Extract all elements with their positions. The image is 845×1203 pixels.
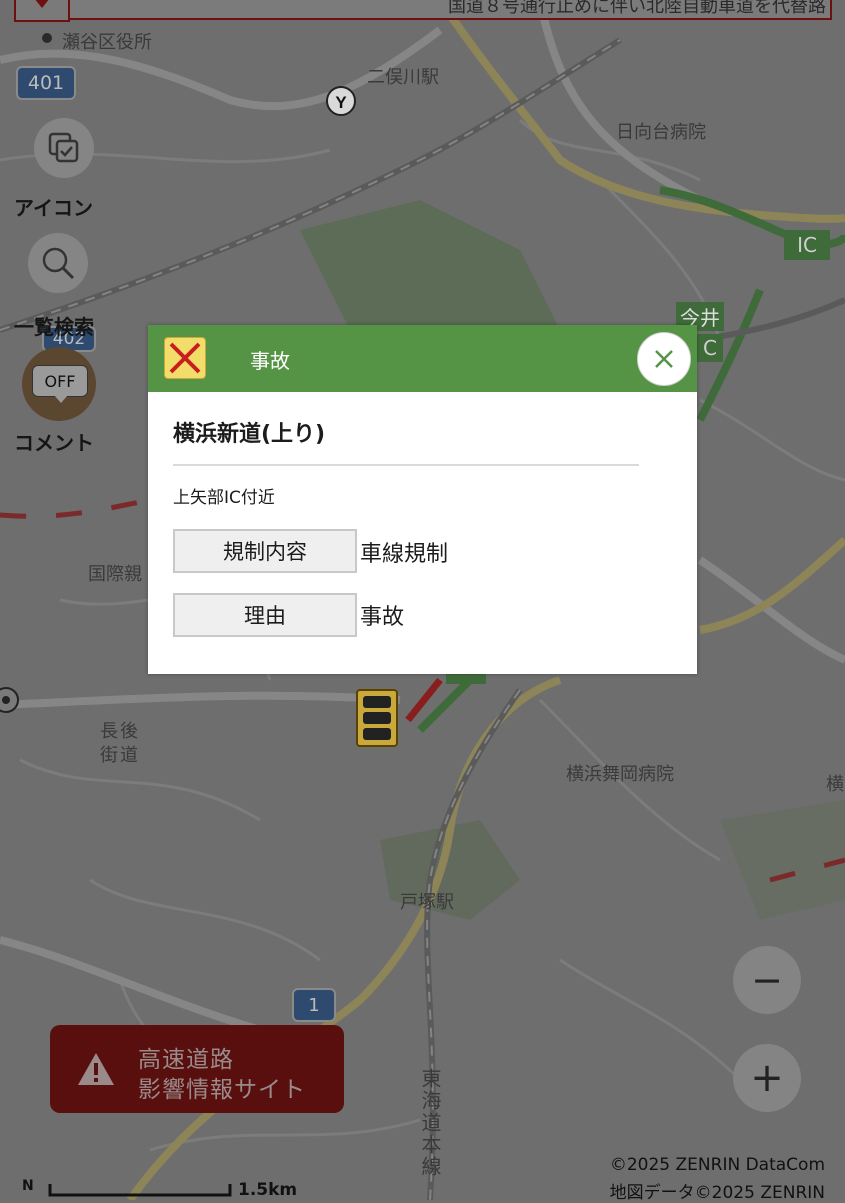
zoom-in-icon: +	[750, 1055, 784, 1101]
map-label-kokusai: 国際親	[88, 564, 142, 585]
banner-text: 国道８号通行止めに伴い北陸自動車道を代替路	[448, 0, 826, 17]
list-search-label: 一覧検索	[14, 315, 94, 339]
zoom-out-button[interactable]: −	[733, 946, 801, 1014]
regulation-value: 車線規制	[360, 542, 449, 567]
regulation-label: 規制内容	[173, 529, 357, 573]
layers-icon	[48, 132, 79, 163]
banner-marquee[interactable]: 国道８号通行止めに伴い北陸自動車道を代替路	[68, 0, 832, 20]
map-label-tokaido-line: 東海道本線	[418, 1068, 442, 1178]
ic-badge-imai: C	[697, 334, 723, 362]
popup-header: 事故	[148, 325, 697, 392]
accident-icon	[164, 337, 206, 379]
map-label-nagago-kaido: 長後街道	[100, 721, 140, 766]
map-label-futamatagawa-station: 二俣川駅	[367, 67, 439, 88]
list-search-button[interactable]	[28, 233, 88, 293]
road-name: 横浜新道(上り)	[173, 422, 326, 447]
reason-value: 事故	[360, 605, 405, 630]
incident-popup: 事故 横浜新道(上り) 上矢部IC付近 規制内容 車線規制 理由 事故	[148, 325, 697, 674]
warning-icon	[78, 1053, 114, 1085]
ward-office-dot	[42, 33, 52, 43]
left-edge-marker-dot	[2, 696, 10, 704]
comment-bubble-tail	[54, 395, 68, 403]
comment-toggle-button[interactable]: OFF	[22, 347, 96, 421]
map-attribution-line2: 地図データ©2025 ZENRIN	[609, 1183, 825, 1203]
route-shield-1: 1	[292, 988, 336, 1022]
incident-location: 上矢部IC付近	[173, 488, 275, 508]
highway-banner-line2: 影響情報サイト	[138, 1077, 306, 1103]
map-label-seya-ward-office: 瀬谷区役所	[62, 32, 152, 53]
north-indicator: N	[22, 1178, 34, 1194]
close-button[interactable]	[637, 332, 691, 386]
map-label-yokohama-maioka-hospital: 横浜舞岡病院	[566, 764, 674, 785]
news-banner[interactable]: 国道８号通行止めに伴い北陸自動車道を代替路	[0, 0, 845, 22]
reason-label: 理由	[173, 593, 357, 637]
scale-bar	[48, 1184, 232, 1197]
landmark-y-letter: Y	[335, 93, 347, 112]
comment-label: コメント	[14, 431, 94, 455]
route-shield-401: 401	[16, 66, 76, 100]
popup-title: 事故	[250, 349, 290, 373]
icon-toggle-button[interactable]	[34, 118, 94, 178]
map-label-totsuka-station: 戸塚駅	[400, 892, 454, 913]
map-attribution-line1: ©2025 ZENRIN DataCom	[609, 1155, 825, 1175]
highway-banner-line1: 高速道路	[138, 1047, 234, 1073]
map-label-hinatadai-hospital: 日向台病院	[616, 122, 706, 143]
alert-triangle-icon	[34, 0, 50, 8]
zoom-out-icon: −	[751, 958, 783, 1002]
map-label-edge: 横	[826, 774, 844, 795]
zoom-in-button[interactable]: +	[733, 1044, 801, 1112]
traffic-jam-icon[interactable]	[356, 689, 398, 747]
popup-divider	[173, 464, 639, 466]
search-icon	[42, 247, 75, 280]
ic-badge-right: IC	[784, 230, 830, 260]
icon-toggle-label: アイコン	[14, 196, 93, 220]
scale-label: 1.5km	[238, 1180, 298, 1200]
comment-toggle-state: OFF	[32, 365, 88, 397]
banner-alert-flag	[14, 0, 70, 22]
highway-impact-site-button[interactable]: 高速道路 影響情報サイト	[50, 1025, 344, 1113]
close-icon	[655, 350, 673, 368]
